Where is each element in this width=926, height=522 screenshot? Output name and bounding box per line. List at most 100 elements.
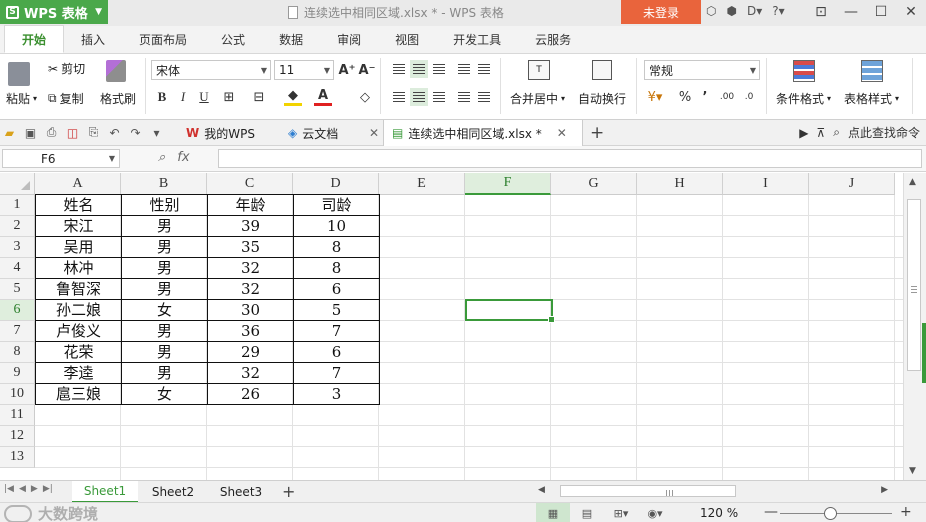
column-header-i[interactable]: I [723, 173, 809, 195]
wrap-text-icon[interactable] [592, 60, 612, 80]
column-header-h[interactable]: H [637, 173, 723, 195]
row-header-12[interactable]: 12 [0, 426, 35, 447]
table-style-button[interactable]: 表格样式 ▾ [844, 90, 899, 107]
tab-formulas[interactable]: 公式 [204, 25, 262, 53]
table-cell[interactable]: 女 [121, 383, 208, 405]
name-box[interactable]: F6 ▼ [2, 149, 120, 168]
copy-button[interactable]: ⧉ 复制 [48, 90, 84, 107]
zoom-out-button[interactable]: — [764, 504, 778, 520]
column-header-d[interactable]: D [293, 173, 379, 195]
export-pdf-icon[interactable]: ◫ [65, 125, 80, 140]
cell-fill-pattern-icon[interactable]: ⊟ [250, 88, 268, 106]
select-all-corner[interactable] [0, 173, 35, 195]
table-cell[interactable]: 6 [293, 278, 380, 300]
row-header-5[interactable]: 5 [0, 279, 35, 300]
percent-button[interactable]: % [676, 88, 694, 106]
video-tutorial-icon[interactable]: ▶ [799, 126, 808, 140]
skin-icon[interactable]: ⬡ [706, 4, 716, 18]
column-header-e[interactable]: E [379, 173, 465, 195]
table-cell[interactable]: 26 [207, 383, 294, 405]
hscroll-thumb[interactable] [560, 485, 736, 497]
scroll-thumb[interactable] [907, 199, 921, 371]
align-left-icon[interactable] [390, 88, 408, 106]
share-icon[interactable]: D▾ [747, 4, 762, 18]
sheet-tab-1[interactable]: Sheet1 [72, 481, 138, 503]
table-cell[interactable]: 7 [293, 320, 380, 342]
column-header-a[interactable]: A [35, 173, 121, 195]
font-size-select[interactable]: 11 ▼ [274, 60, 334, 80]
underline-button[interactable]: U [195, 88, 213, 106]
close-icon[interactable]: ✕ [557, 126, 567, 140]
search-icon[interactable]: ⌕ [833, 125, 840, 140]
tab-view[interactable]: 视图 [378, 25, 436, 53]
font-color-icon[interactable]: A [314, 88, 332, 106]
active-cell-selection[interactable] [465, 299, 555, 323]
table-cell[interactable]: 10 [293, 215, 380, 237]
save-icon[interactable]: ▣ [23, 125, 38, 140]
login-button[interactable]: 未登录 [621, 0, 701, 24]
zoom-level[interactable]: 120 % [700, 506, 738, 520]
row-header-7[interactable]: 7 [0, 321, 35, 342]
scroll-left-icon[interactable]: ◀ [538, 485, 545, 495]
increase-decimal-icon[interactable]: .00 [718, 88, 736, 106]
formula-input[interactable] [218, 149, 922, 168]
borders-icon[interactable]: ⊞ [220, 88, 238, 106]
table-cell[interactable]: 6 [293, 341, 380, 363]
conditional-format-icon[interactable] [793, 60, 815, 82]
tab-data[interactable]: 数据 [262, 25, 320, 53]
tab-developer[interactable]: 开发工具 [436, 25, 518, 53]
merge-center-button[interactable]: 合并居中 ▾ [510, 90, 565, 107]
table-cell[interactable]: 李逵 [35, 362, 122, 384]
sheet-tab-2[interactable]: Sheet2 [142, 481, 204, 503]
table-cell[interactable]: 8 [293, 257, 380, 279]
horizontal-scrollbar[interactable]: ◀ ▶ [538, 484, 888, 499]
table-cell[interactable]: 宋江 [35, 215, 122, 237]
column-header-j[interactable]: J [809, 173, 895, 195]
next-sheet-icon[interactable]: ▶ [31, 484, 38, 494]
format-painter-icon[interactable] [106, 60, 126, 82]
table-cell[interactable]: 扈三娘 [35, 383, 122, 405]
table-cell[interactable]: 花荣 [35, 341, 122, 363]
add-sheet-button[interactable]: + [282, 482, 295, 501]
zoom-formula-icon[interactable]: ⌕ [158, 150, 165, 165]
decrease-font-icon[interactable]: A⁻ [358, 61, 376, 79]
close-button[interactable]: ✕ [896, 0, 926, 24]
table-cell[interactable]: 卢俊义 [35, 320, 122, 342]
thousands-separator-button[interactable]: ’ [696, 88, 714, 106]
table-cell[interactable]: 男 [121, 257, 208, 279]
zoom-slider-knob[interactable] [824, 507, 837, 520]
row-header-10[interactable]: 10 [0, 384, 35, 405]
row-header-3[interactable]: 3 [0, 237, 35, 258]
row-header-8[interactable]: 8 [0, 342, 35, 363]
insert-function-button[interactable]: fx [177, 150, 189, 165]
column-header-f[interactable]: F [465, 173, 551, 195]
table-style-icon[interactable] [861, 60, 883, 82]
number-format-select[interactable]: 常规 ▼ [644, 60, 760, 80]
align-right-icon[interactable] [430, 88, 448, 106]
tab-home[interactable]: 开始 [4, 25, 65, 53]
collapse-ribbon-icon[interactable]: ⊼ [816, 126, 825, 140]
decrease-indent-icon[interactable] [455, 60, 473, 78]
customize-toolbar-icon[interactable]: ▾ [149, 125, 164, 140]
minimize-button[interactable]: — [836, 0, 866, 24]
restore-layout-icon[interactable]: ⊡ [806, 0, 836, 24]
table-cell[interactable]: 5 [293, 299, 380, 321]
redo-icon[interactable]: ↷ [128, 125, 143, 140]
scroll-up-icon[interactable]: ▲ [909, 177, 916, 187]
table-cell[interactable]: 林冲 [35, 257, 122, 279]
settings-icon[interactable]: ⬢ [726, 4, 736, 18]
close-icon[interactable]: ✕ [369, 126, 379, 140]
table-cell[interactable]: 男 [121, 341, 208, 363]
table-cell[interactable]: 女 [121, 299, 208, 321]
cut-button[interactable]: ✂ 剪切 [48, 60, 85, 77]
sheet-tab-3[interactable]: Sheet3 [210, 481, 272, 503]
row-header-1[interactable]: 1 [0, 195, 35, 216]
merge-center-icon[interactable]: T [528, 60, 550, 80]
tab-page-layout[interactable]: 页面布局 [122, 25, 204, 53]
app-menu-button[interactable]: S WPS 表格 ▼ [0, 0, 108, 24]
table-cell[interactable]: 35 [207, 236, 294, 258]
align-bottom-icon[interactable] [430, 60, 448, 78]
doc-tab-cloud-docs[interactable]: ◈ 云文档 [288, 120, 338, 146]
zoom-in-button[interactable]: + [900, 504, 912, 520]
table-header-cell[interactable]: 姓名 [35, 194, 122, 216]
